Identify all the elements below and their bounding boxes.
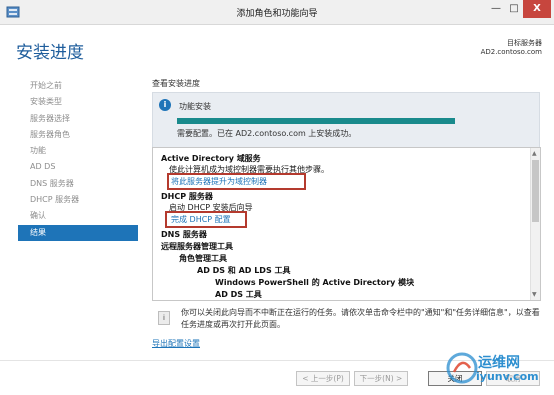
scroll-down-arrow-icon[interactable]: ▼ — [532, 291, 537, 298]
close-window-button[interactable]: X — [523, 0, 551, 18]
scroll-up-arrow-icon[interactable]: ▲ — [532, 150, 537, 157]
result-rsat-title: 远程服务器管理工具 — [161, 242, 233, 251]
page-title: 安装进度 — [16, 43, 84, 63]
window-title: 添加角色和功能向导 — [236, 9, 318, 19]
title-bar: 添加角色和功能向导 — □ X — [0, 0, 554, 25]
wizard-nav: 开始之前 安装类型 服务器选择 服务器角色 功能 AD DS DNS 服务器 D… — [18, 78, 138, 241]
minimize-button[interactable]: — — [487, 0, 505, 18]
nav-item-server-selection[interactable]: 服务器选择 — [18, 111, 138, 127]
result-adds-tools: AD DS 工具 — [215, 290, 262, 299]
destination-server-name: AD2.contoso.com — [480, 48, 542, 56]
result-dhcp-title: DHCP 服务器 — [161, 192, 213, 201]
scroll-thumb[interactable] — [532, 160, 539, 222]
nav-item-installation-type[interactable]: 安装类型 — [18, 94, 138, 110]
info-icon: i — [159, 99, 171, 111]
nav-item-dhcp-server[interactable]: DHCP 服务器 — [18, 192, 138, 208]
result-adds-lds-tools: AD DS 和 AD LDS 工具 — [197, 266, 291, 275]
nav-item-features[interactable]: 功能 — [18, 143, 138, 159]
close-wizard-note: 你可以关闭此向导而不中断正在运行的任务。请依次单击命令栏中的"通知"和"任务详细… — [181, 308, 540, 329]
destination-server-label: 目标服务器 — [507, 39, 542, 47]
nav-item-results[interactable]: 结果 — [18, 224, 138, 241]
results-scrollbar[interactable]: ▲ ▼ — [530, 148, 540, 300]
result-dns-title: DNS 服务器 — [161, 230, 207, 239]
previous-button[interactable]: < 上一步(P) — [296, 371, 350, 386]
next-button[interactable]: 下一步(N) > — [354, 371, 408, 386]
install-progress-fill — [177, 118, 455, 124]
nav-item-before-you-begin[interactable]: 开始之前 — [18, 78, 138, 94]
export-config-link[interactable]: 导出配置设置 — [152, 338, 200, 349]
result-role-tools: 角色管理工具 — [179, 254, 227, 263]
nav-item-confirmation[interactable]: 确认 — [18, 208, 138, 224]
watermark-text-cn: 运维网 — [478, 355, 520, 371]
progress-panel: i 功能安装 需要配置。已在 AD2.contoso.com 上安装成功。 — [152, 92, 540, 148]
feature-install-label: 功能安装 — [179, 102, 211, 111]
install-status-message: 需要配置。已在 AD2.contoso.com 上安装成功。 — [177, 129, 357, 138]
watermark-text-domain: iyunv.com — [476, 370, 539, 383]
maximize-button[interactable]: □ — [505, 0, 523, 18]
highlight-box-dhcp — [165, 211, 247, 228]
section-title: 查看安装进度 — [152, 79, 200, 88]
nav-item-ad-ds[interactable]: AD DS — [18, 159, 138, 175]
result-ad-title: Active Directory 域服务 — [161, 154, 261, 163]
highlight-box-promote — [167, 173, 306, 190]
nav-item-server-roles[interactable]: 服务器角色 — [18, 127, 138, 143]
install-progress-bar — [177, 118, 455, 124]
results-list[interactable]: Active Directory 域服务 使此计算机成为域控制器需要执行其他步骤… — [152, 147, 541, 301]
note-icon: i — [158, 311, 170, 325]
result-powershell-module: Windows PowerShell 的 Active Directory 模块 — [215, 278, 415, 287]
nav-item-dns-server[interactable]: DNS 服务器 — [18, 176, 138, 192]
